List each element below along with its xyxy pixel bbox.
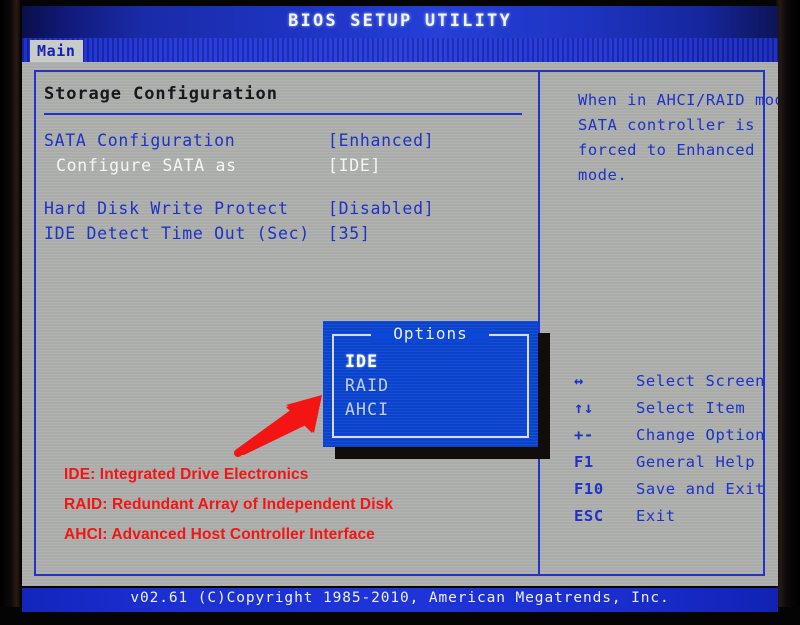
left-right-arrow-icon: ↔ — [574, 372, 584, 390]
key-desc: Select Screen — [636, 372, 766, 390]
options-dialog-title: Options — [393, 324, 468, 343]
f1-key-icon: F1 — [574, 453, 594, 471]
setting-label: SATA Configuration — [44, 131, 236, 150]
annotation-line-raid: RAID: Redundant Array of Independent Dis… — [64, 496, 394, 513]
annotation-line-ide: IDE: Integrated Drive Electronics — [64, 466, 309, 483]
setting-label: IDE Detect Time Out (Sec) — [44, 224, 310, 243]
help-line: SATA controller is — [578, 116, 755, 134]
option-item-ide[interactable]: IDE — [345, 350, 389, 374]
annotation-line-ahci: AHCI: Advanced Host Controller Interface — [64, 526, 375, 543]
bios-console-body: Storage Configuration SATA Configuration… — [22, 62, 778, 586]
up-down-arrow-icon: ↑↓ — [574, 399, 594, 417]
help-line: When in AHCI/RAID mode — [578, 91, 778, 109]
setting-row-ide-detect-time-out[interactable]: IDE Detect Time Out (Sec) [35] — [44, 224, 532, 249]
key-desc: General Help — [636, 453, 756, 471]
annotation-legend: IDE: Integrated Drive Electronics RAID: … — [64, 460, 393, 550]
bios-title: BIOS SETUP UTILITY — [288, 11, 512, 31]
options-dialog[interactable]: Options IDE RAID AHCI — [323, 321, 538, 447]
plus-minus-icon: +- — [574, 426, 594, 444]
setting-label: Configure SATA as — [56, 156, 237, 175]
footer-band: v02.61 (C)Copyright 1985-2010, American … — [22, 588, 778, 612]
key-desc: Save and Exit — [636, 480, 766, 498]
key-desc: Exit — [636, 507, 676, 525]
bios-title-band: BIOS SETUP UTILITY — [22, 6, 778, 38]
options-list[interactable]: IDE RAID AHCI — [345, 350, 389, 422]
section-title: Storage Configuration — [44, 84, 278, 104]
panel-divider — [538, 70, 540, 576]
copyright-text: v02.61 (C)Copyright 1985-2010, American … — [130, 590, 670, 606]
setting-value[interactable]: [Disabled] — [328, 199, 434, 218]
setting-value[interactable]: [35] — [328, 224, 371, 243]
setting-row-configure-sata-as[interactable]: Configure SATA as [IDE] — [44, 156, 532, 181]
key-desc: Change Option — [636, 426, 766, 444]
bios-screen-photo: BIOS SETUP UTILITY Main Storage Configur… — [0, 0, 800, 625]
tab-main[interactable]: Main — [30, 40, 83, 62]
setting-label: Hard Disk Write Protect — [44, 199, 289, 218]
monitor-bezel-right — [776, 0, 800, 625]
key-desc: Select Item — [636, 399, 746, 417]
menu-tab-strip[interactable]: Main — [22, 38, 778, 64]
annotation-arrow-icon — [234, 395, 326, 461]
setting-value[interactable]: [Enhanced] — [328, 131, 434, 150]
help-line: mode. — [578, 166, 628, 184]
option-item-ahci[interactable]: AHCI — [345, 398, 389, 422]
esc-key-icon: ESC — [574, 507, 604, 525]
monitor-bezel-left — [0, 0, 20, 625]
setting-row-sata-configuration[interactable]: SATA Configuration [Enhanced] — [44, 131, 532, 156]
setting-row-hard-disk-write-protect[interactable]: Hard Disk Write Protect [Disabled] — [44, 199, 532, 224]
storage-configuration-section: Storage Configuration SATA Configuration… — [44, 84, 532, 249]
setting-value[interactable]: [IDE] — [328, 156, 381, 175]
help-line: forced to Enhanced — [578, 141, 755, 159]
f10-key-icon: F10 — [574, 480, 604, 498]
help-text-panel: When in AHCI/RAID mode SATA controller i… — [578, 88, 778, 188]
option-item-raid[interactable]: RAID — [345, 374, 389, 398]
